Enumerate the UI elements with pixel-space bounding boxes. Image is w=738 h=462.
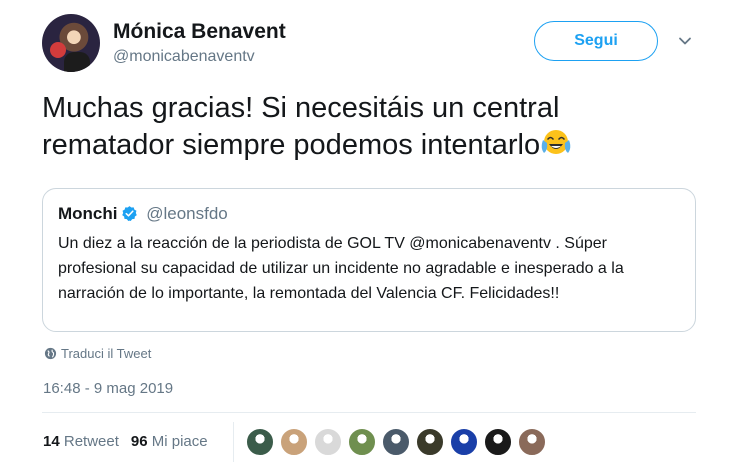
quoted-tweet-card[interactable]: Monchi @leonsfdo Un diez a la reacción d… bbox=[42, 188, 696, 332]
avatar-figure bbox=[64, 52, 90, 72]
liker-avatar[interactable] bbox=[280, 428, 308, 456]
quoted-tweet-text: Un diez a la reacción de la periodista d… bbox=[58, 235, 624, 302]
microphone-shape bbox=[50, 42, 66, 58]
tweet-timestamp[interactable]: 16:48 - 9 mag 2019 bbox=[43, 380, 173, 397]
tears-of-joy-emoji-icon bbox=[541, 130, 571, 154]
divider bbox=[42, 412, 696, 413]
tweet-stats: 14 Retweet 96 Mi piace bbox=[43, 433, 208, 450]
stats-separator bbox=[233, 422, 234, 462]
liker-avatar[interactable] bbox=[450, 428, 478, 456]
tweet-text: Muchas gracias! Si necesitáis un central… bbox=[42, 92, 560, 161]
verified-badge-icon bbox=[121, 206, 137, 221]
quoted-author-name: Monchi bbox=[58, 204, 118, 223]
quoted-author-handle: @leonsfdo bbox=[146, 204, 228, 223]
quoted-header: Monchi @leonsfdo bbox=[58, 204, 228, 224]
author-handle[interactable]: @monicabenaventv bbox=[113, 48, 255, 66]
author-avatar[interactable] bbox=[42, 14, 100, 72]
globe-icon bbox=[44, 347, 57, 360]
liker-avatar[interactable] bbox=[518, 428, 546, 456]
likes-stat[interactable]: 96 Mi piace bbox=[131, 433, 208, 450]
translate-tweet-link[interactable]: Traduci il Tweet bbox=[44, 346, 151, 361]
liker-avatar[interactable] bbox=[416, 428, 444, 456]
author-name[interactable]: Mónica Benavent bbox=[113, 20, 286, 44]
likes-count: 96 bbox=[130, 433, 148, 450]
liker-avatar[interactable] bbox=[382, 428, 410, 456]
tweet-header: Mónica Benavent @monicabenaventv Segui bbox=[42, 14, 702, 76]
liker-avatar[interactable] bbox=[246, 428, 274, 456]
likes-label: Mi piace bbox=[151, 433, 208, 450]
retweets-count: 14 bbox=[43, 433, 60, 450]
retweets-label: Retweet bbox=[63, 433, 119, 450]
tweet-body: Muchas gracias! Si necesitáis un central… bbox=[42, 90, 692, 164]
liker-avatar[interactable] bbox=[484, 428, 512, 456]
retweets-stat[interactable]: 14 Retweet bbox=[43, 433, 119, 450]
chevron-down-icon[interactable] bbox=[678, 34, 692, 48]
translate-label: Traduci il Tweet bbox=[61, 346, 152, 361]
follow-button[interactable]: Segui bbox=[534, 21, 658, 61]
liker-avatar[interactable] bbox=[314, 428, 342, 456]
liker-avatar[interactable] bbox=[348, 428, 376, 456]
